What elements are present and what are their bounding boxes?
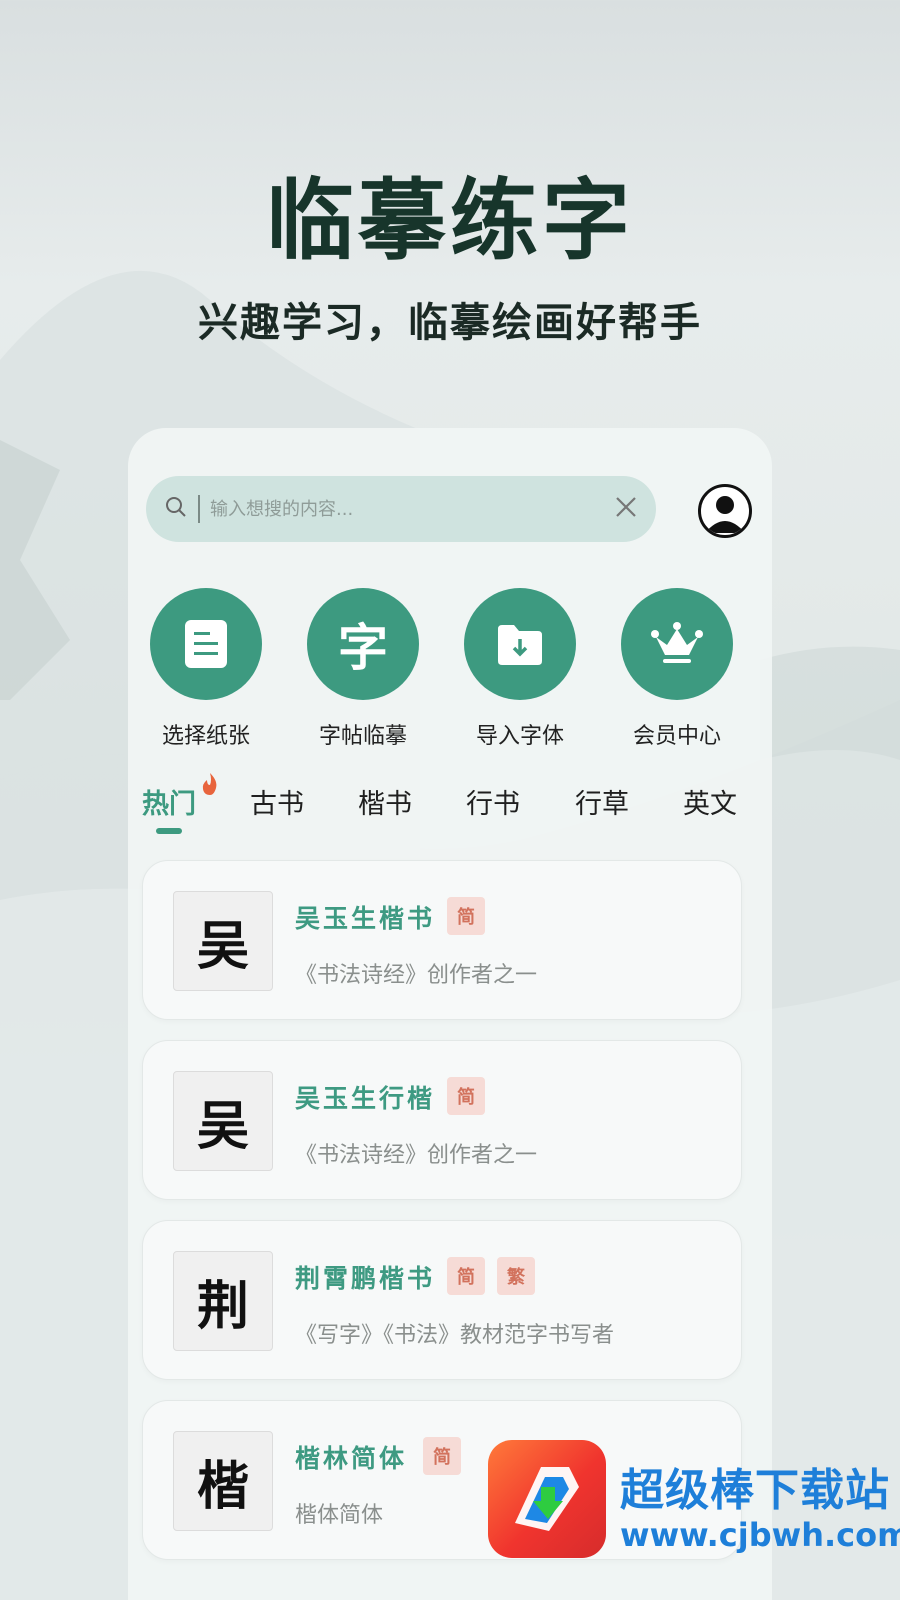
list-item[interactable]: 吴 吴玉生楷书 简 《书法诗经》创作者之一 xyxy=(142,860,742,1020)
search-bar[interactable] xyxy=(146,476,656,542)
simplified-badge: 简 xyxy=(447,897,485,935)
list-item[interactable]: 吴 吴玉生行楷 简 《书法诗经》创作者之一 xyxy=(142,1040,742,1200)
watermark-name: 超级棒下载站 xyxy=(620,1465,890,1516)
tab-xingcao[interactable]: 行草 xyxy=(575,782,629,821)
app-screen: 选择纸张 字 字帖临摹 导入字体 会员中心 热门 古书 xyxy=(128,428,772,1600)
document-icon xyxy=(150,588,262,700)
font-preview: 吴 xyxy=(173,1071,273,1171)
feature-select-paper[interactable]: 选择纸张 xyxy=(136,588,276,750)
simplified-badge: 简 xyxy=(447,1077,485,1115)
tab-hot[interactable]: 热门 xyxy=(142,782,196,821)
item-title: 吴玉生楷书 xyxy=(295,904,436,933)
user-avatar-icon[interactable] xyxy=(698,484,752,538)
feature-copybook[interactable]: 字 字帖临摹 xyxy=(293,588,433,750)
tab-kaishu[interactable]: 楷书 xyxy=(358,782,412,821)
item-title: 吴玉生行楷 xyxy=(295,1084,436,1113)
item-title: 楷林简体 xyxy=(295,1444,408,1473)
tab-xingshu[interactable]: 行书 xyxy=(466,782,520,821)
active-tab-indicator xyxy=(156,828,182,834)
tab-ancient[interactable]: 古书 xyxy=(250,782,304,821)
item-description: 楷体简体 xyxy=(295,1503,384,1528)
feature-label: 会员中心 xyxy=(632,724,721,749)
zi-character-icon: 字 xyxy=(307,588,419,700)
item-description: 《写字》《书法》教材范字书写者 xyxy=(295,1323,615,1348)
font-preview: 楷 xyxy=(173,1431,273,1531)
simplified-badge: 简 xyxy=(447,1257,485,1295)
search-icon xyxy=(164,495,188,523)
tab-english[interactable]: 英文 xyxy=(683,782,737,821)
feature-label: 字帖临摹 xyxy=(318,724,407,749)
clear-icon[interactable] xyxy=(614,495,638,523)
feature-label: 导入字体 xyxy=(475,724,564,749)
item-description: 《书法诗经》创作者之一 xyxy=(295,1143,538,1168)
feature-label: 选择纸张 xyxy=(161,724,250,749)
font-preview: 吴 xyxy=(173,891,273,991)
tab-label: 热门 xyxy=(142,789,196,820)
font-preview: 荆 xyxy=(173,1251,273,1351)
folder-import-icon xyxy=(464,588,576,700)
search-input[interactable] xyxy=(210,489,614,529)
text-cursor xyxy=(198,495,200,523)
list-item[interactable]: 荆 荆霄鹏楷书 简 繁 《写字》《书法》教材范字书写者 xyxy=(142,1220,742,1380)
traditional-badge: 繁 xyxy=(497,1257,535,1295)
flame-icon xyxy=(200,772,220,800)
watermark-url: www.cjbwh.com xyxy=(620,1516,900,1554)
feature-grid: 选择纸张 字 字帖临摹 导入字体 会员中心 xyxy=(128,588,772,758)
zi-glyph: 字 xyxy=(338,618,388,677)
feature-import-font[interactable]: 导入字体 xyxy=(450,588,590,750)
simplified-badge: 简 xyxy=(423,1437,461,1475)
site-watermark: 超级棒下载站 www.cjbwh.com xyxy=(488,1440,900,1600)
item-description: 《书法诗经》创作者之一 xyxy=(295,963,538,988)
watermark-logo-icon xyxy=(488,1440,606,1558)
feature-membership[interactable]: 会员中心 xyxy=(607,588,747,750)
category-tabs: 热门 古书 楷书 行书 行草 英文 xyxy=(128,773,772,842)
crown-icon xyxy=(621,588,733,700)
item-title: 荆霄鹏楷书 xyxy=(295,1264,436,1293)
hero-subtitle: 兴趣学习，临摹绘画好帮手 xyxy=(198,300,702,346)
hero-title: 临摹练字 xyxy=(265,169,634,272)
